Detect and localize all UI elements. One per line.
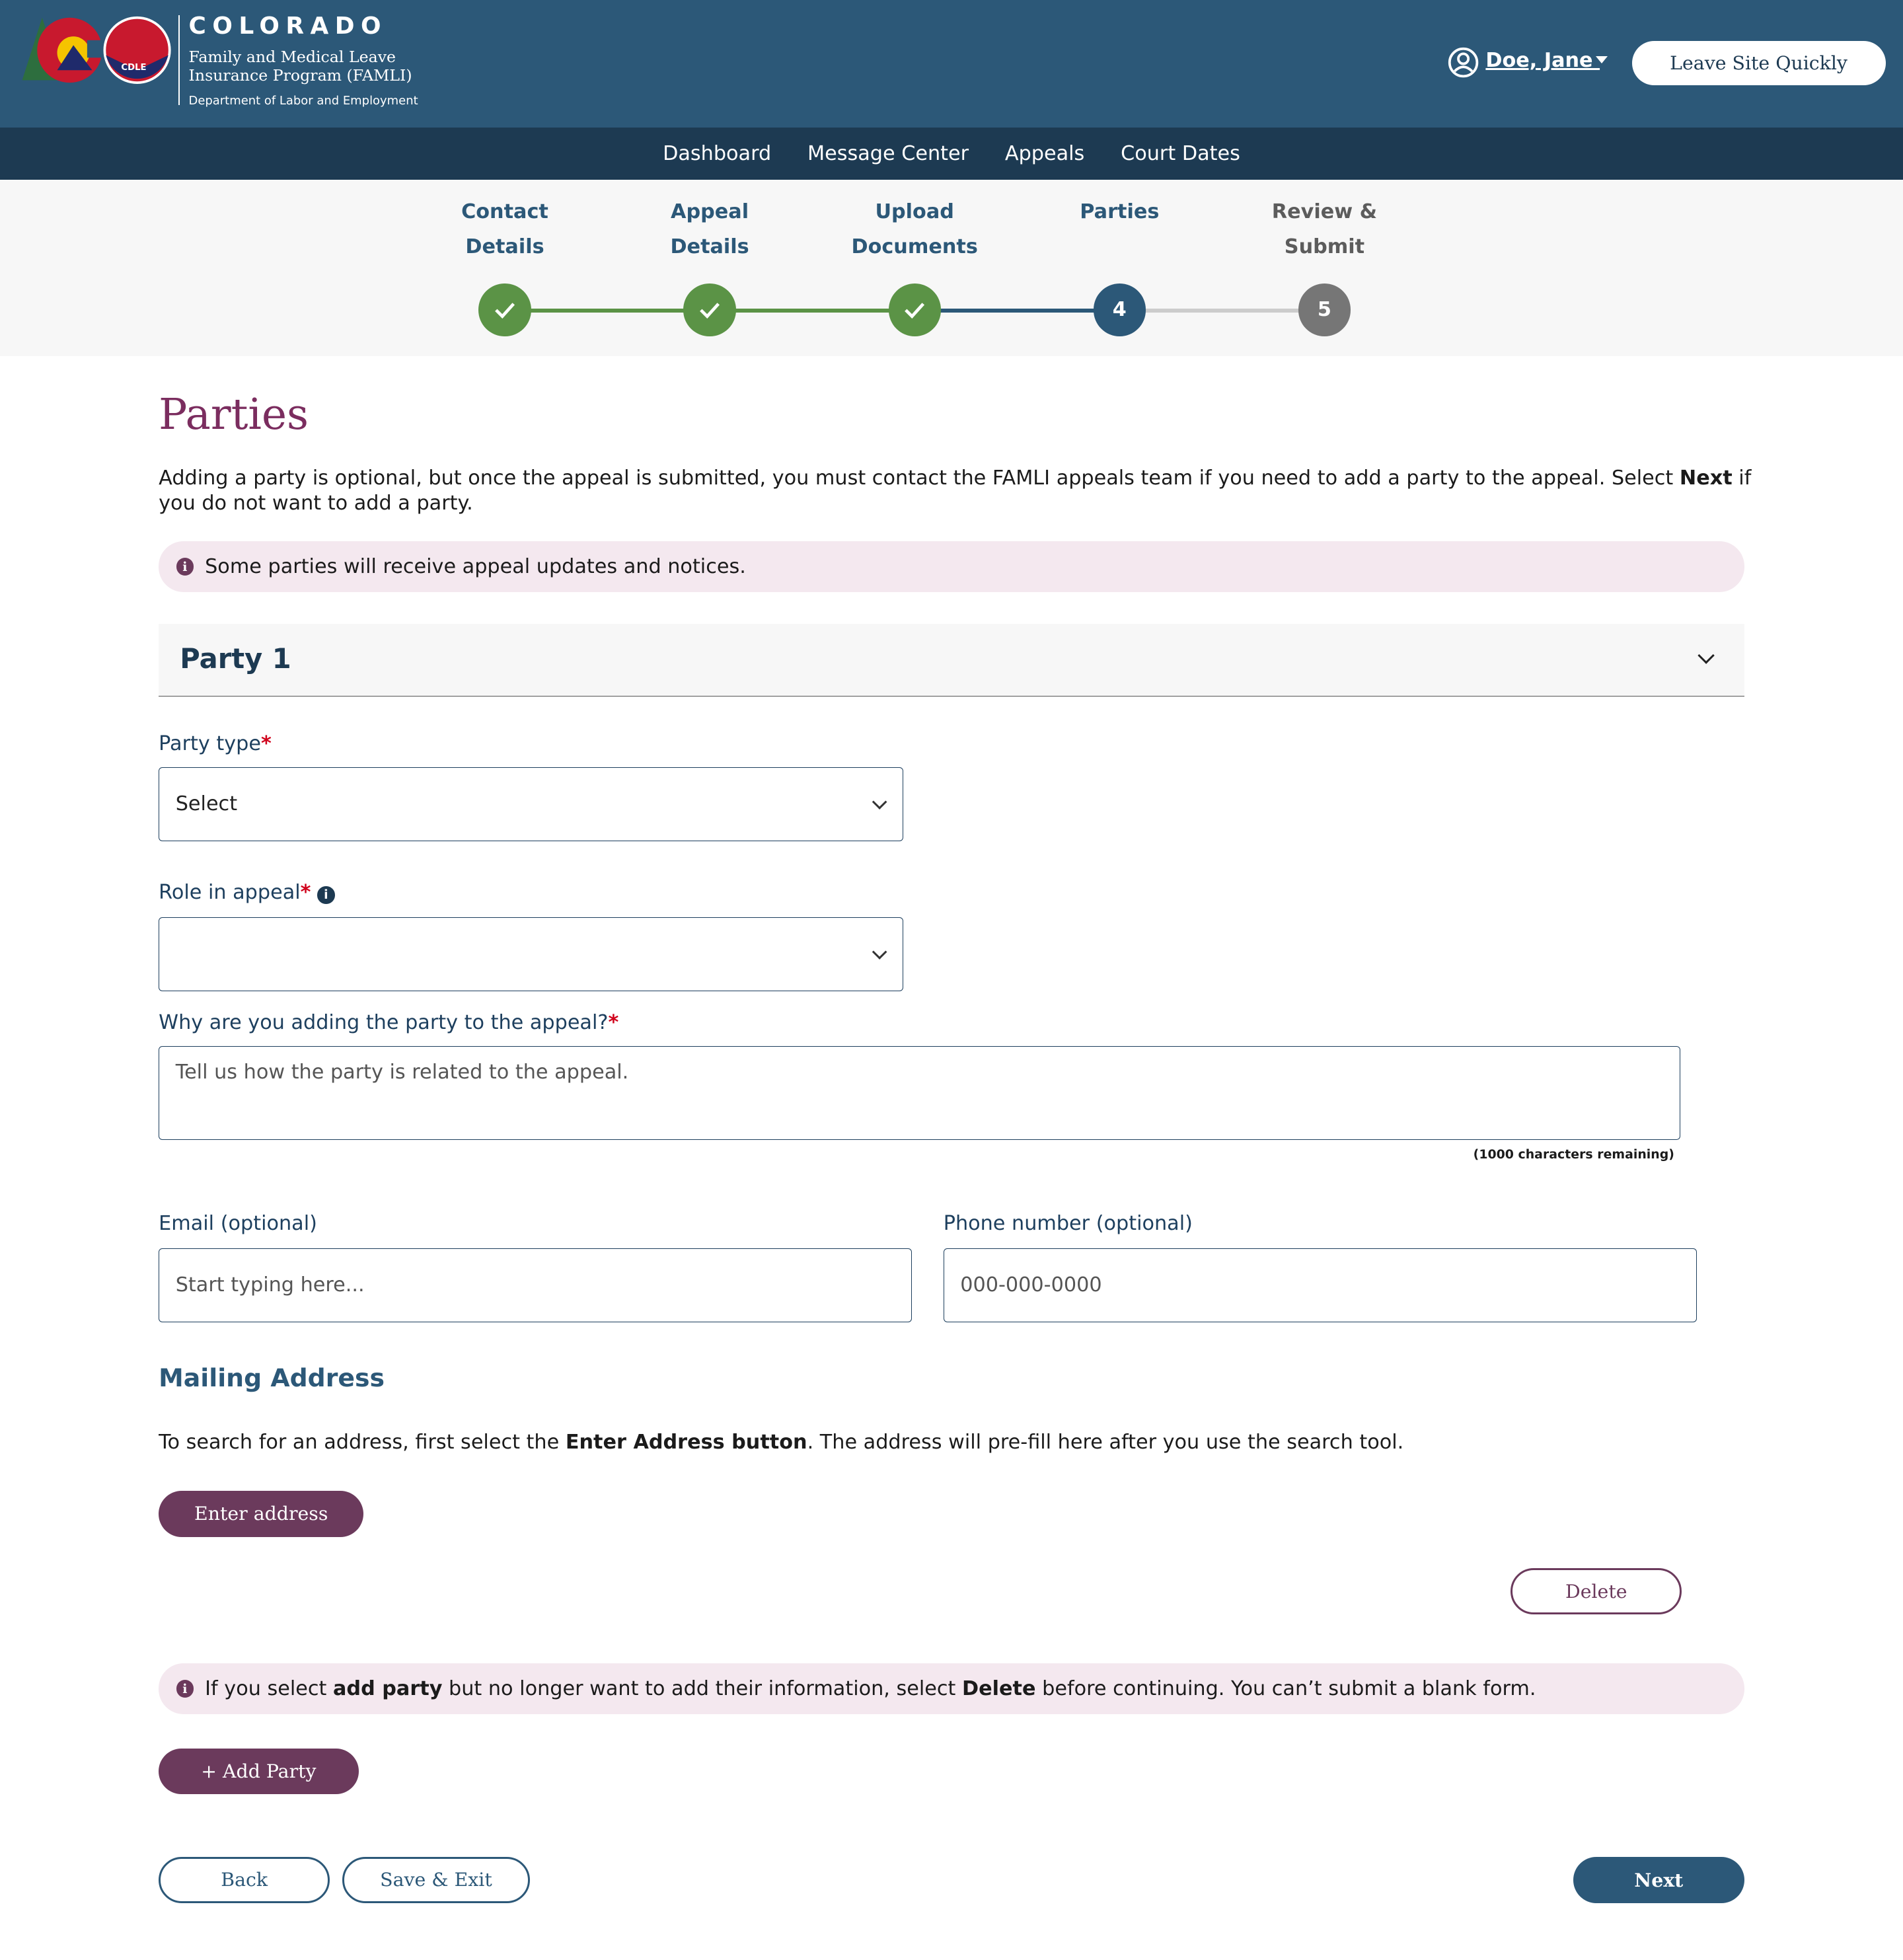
phone-input[interactable]: 000-000-0000 <box>943 1248 1697 1322</box>
step-3-indicator <box>888 283 941 336</box>
why-textarea[interactable]: Tell us how the party is related to the … <box>159 1045 1681 1140</box>
step-label: Parties <box>1080 200 1160 223</box>
step-5-indicator: 5 <box>1298 283 1351 336</box>
step-label: Upload Documents <box>851 200 978 258</box>
main-nav: Dashboard Message Center Appeals Court D… <box>0 127 1903 180</box>
info-icon: i <box>176 1680 194 1698</box>
back-button[interactable]: Back <box>159 1857 330 1903</box>
intro-text: Adding a party is optional, but once the… <box>159 467 1752 515</box>
info-banner: i Some parties will receive appeal update… <box>159 541 1744 593</box>
characters-remaining: (1000 characters remaining) <box>1473 1147 1674 1162</box>
check-icon <box>495 302 515 319</box>
nav-dashboard[interactable]: Dashboard <box>663 142 771 165</box>
step-1-indicator <box>478 283 531 336</box>
step-4-indicator: 4 <box>1093 283 1146 336</box>
colorado-logo <box>22 16 172 84</box>
check-icon <box>700 302 720 319</box>
user-icon <box>1448 47 1479 78</box>
mailing-instructions: To search for an address, first select t… <box>159 1431 1404 1454</box>
email-label: Email (optional) <box>159 1212 317 1236</box>
role-label: Role in appeal* i <box>159 881 335 904</box>
phone-label: Phone number (optional) <box>943 1212 1193 1236</box>
chevron-down-icon[interactable] <box>1697 647 1715 665</box>
info-icon: i <box>176 558 194 576</box>
cdle-text: CDLE <box>121 62 147 73</box>
program-name: Family and Medical Leave Insurance Progra… <box>188 47 412 85</box>
site-header: CDLE COLORADO Family and Medical Leave In… <box>0 0 1903 128</box>
user-menu[interactable]: Doe, Jane <box>1485 49 1600 72</box>
enter-address-button[interactable]: Enter address <box>159 1490 364 1537</box>
party-type-select[interactable]: Select <box>159 767 904 841</box>
why-label: Why are you adding the party to the appe… <box>159 1010 619 1034</box>
delete-button[interactable]: Delete <box>1511 1568 1682 1615</box>
add-party-button[interactable]: + Add Party <box>159 1748 359 1795</box>
step-label: Review & Submit <box>1271 200 1378 258</box>
save-exit-button[interactable]: Save & Exit <box>342 1857 530 1903</box>
info-banner-delete: i If you select add party but no longer w… <box>159 1663 1744 1715</box>
step-2-indicator <box>683 283 736 336</box>
leave-site-quickly-button[interactable]: Leave Site Quickly <box>1631 41 1886 85</box>
nav-appeals[interactable]: Appeals <box>1005 142 1084 165</box>
party-accordion-header[interactable]: Party 1 <box>159 623 1744 697</box>
party-heading: Party 1 <box>180 642 291 675</box>
mailing-address-heading: Mailing Address <box>159 1363 385 1393</box>
nav-court-dates[interactable]: Court Dates <box>1121 142 1240 165</box>
page-title: Parties <box>159 389 309 439</box>
nav-message-center[interactable]: Message Center <box>807 142 969 165</box>
role-select[interactable] <box>159 917 904 991</box>
step-number: 4 <box>1112 298 1127 322</box>
email-input[interactable]: Start typing here... <box>159 1248 913 1322</box>
party-type-label: Party type* <box>159 732 272 756</box>
step-label: Contact Details <box>461 200 548 258</box>
next-button[interactable]: Next <box>1573 1857 1744 1903</box>
department-name: Department of Labor and Employment <box>188 93 418 108</box>
step-label: Appeal Details <box>670 200 749 258</box>
check-icon <box>905 302 925 319</box>
caret-down-icon[interactable] <box>1595 56 1608 63</box>
colorado-wordmark: COLORADO <box>188 12 387 40</box>
chevron-down-icon <box>872 794 888 810</box>
info-icon[interactable]: i <box>317 886 335 904</box>
step-number: 5 <box>1317 298 1331 322</box>
progress-stepper: Contact Details Appeal Details Upload Documen… <box>0 180 1903 356</box>
chevron-down-icon <box>872 944 888 960</box>
